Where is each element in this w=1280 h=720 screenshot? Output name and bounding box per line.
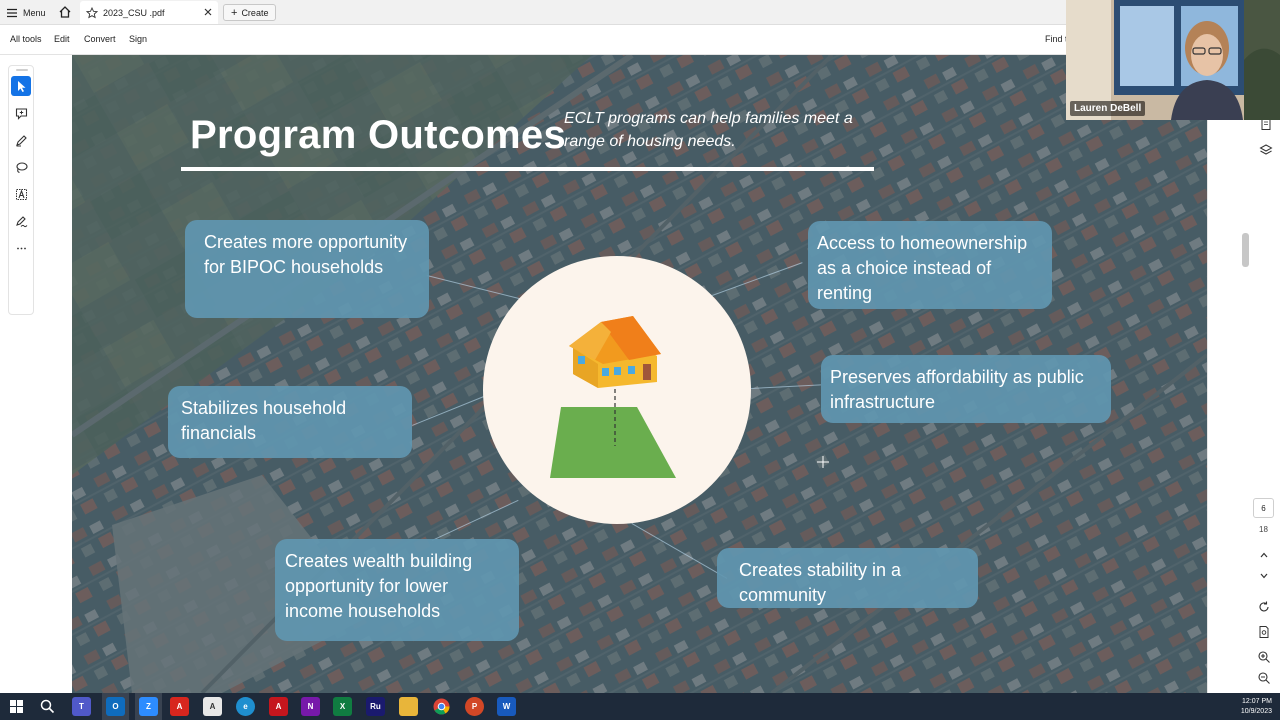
pdf-page-slide: Program Outcomes ECLT programs can help … xyxy=(72,55,1207,693)
document-tab-title: 2023_CSU .pdf xyxy=(103,7,165,18)
create-button[interactable]: + Create xyxy=(223,4,277,21)
add-comment-icon[interactable] xyxy=(11,103,31,123)
hamburger-icon xyxy=(7,8,17,17)
total-pages-label: 18 xyxy=(1259,525,1268,534)
outcome-box-affordability: Preserves affordability as public infras… xyxy=(821,355,1111,423)
toolbar-sign[interactable]: Sign xyxy=(129,34,147,44)
layers-icon[interactable] xyxy=(1259,143,1273,157)
create-label: Create xyxy=(241,7,269,18)
refresh-icon[interactable] xyxy=(1257,600,1271,614)
edge-icon[interactable]: e xyxy=(236,697,255,716)
star-icon[interactable] xyxy=(86,6,98,19)
plus-icon: + xyxy=(231,6,238,19)
toolbar-edit[interactable]: Edit xyxy=(54,34,70,44)
zoom-out-icon[interactable] xyxy=(1257,671,1271,685)
menu-label: Menu xyxy=(23,7,46,18)
document-tab[interactable]: 2023_CSU .pdf xyxy=(80,1,218,24)
clock-date: 10/9/2023 xyxy=(1240,708,1272,715)
left-tool-rail xyxy=(0,55,72,693)
outlook-icon[interactable]: O xyxy=(106,697,125,716)
find-text-button[interactable]: Find t xyxy=(1045,34,1068,44)
outcome-box-wealth: Creates wealth building opportunity for … xyxy=(275,539,519,641)
next-page-icon[interactable] xyxy=(1257,569,1271,583)
center-circle xyxy=(483,256,751,524)
page-find-icon[interactable] xyxy=(1257,625,1271,639)
move-cursor-icon xyxy=(817,456,829,468)
previous-page-icon[interactable] xyxy=(1257,548,1271,562)
toolbar-all-tools[interactable]: All tools xyxy=(10,34,42,44)
zoom-in-icon[interactable] xyxy=(1257,650,1271,664)
right-rail xyxy=(1207,55,1280,693)
participant-name-label: Lauren DeBell xyxy=(1070,101,1146,116)
toolbar-convert[interactable]: Convert xyxy=(84,34,116,44)
outcome-box-financials: Stabilizes household financials xyxy=(168,386,412,458)
slide-title: Program Outcomes xyxy=(190,113,567,157)
select-cursor-icon[interactable] xyxy=(11,76,31,96)
current-page-input[interactable]: 6 xyxy=(1253,498,1274,518)
scrollbar-thumb[interactable] xyxy=(1242,233,1249,267)
participant-video: Lauren DeBell xyxy=(1066,0,1280,120)
menu-button[interactable]: Menu xyxy=(6,4,46,21)
slide-subtitle: ECLT programs can help families meet a r… xyxy=(564,110,853,150)
home-icon[interactable] xyxy=(58,5,72,19)
zoom-icon[interactable]: Z xyxy=(139,697,158,716)
windows-taskbar: T O Z A A e A N X Ru P W 12:07 PM 10/9/2… xyxy=(0,693,1280,720)
house-on-lot-icon xyxy=(550,316,676,478)
highlight-pen-icon[interactable] xyxy=(11,130,31,150)
fill-sign-icon[interactable] xyxy=(11,211,31,231)
clock-time: 12:07 PM xyxy=(1242,698,1272,705)
chrome-icon[interactable] xyxy=(432,697,451,716)
word-icon[interactable]: W xyxy=(497,697,516,716)
acrobat-reader-icon[interactable]: A xyxy=(269,697,288,716)
quick-tools-panel xyxy=(8,65,34,315)
outcome-box-stability: Creates stability in a community xyxy=(717,548,978,608)
text-select-icon[interactable] xyxy=(11,184,31,204)
draw-lasso-icon[interactable] xyxy=(11,157,31,177)
outcome-box-homeownership: Access to homeownership as a choice inst… xyxy=(808,221,1052,309)
drag-handle[interactable] xyxy=(16,69,28,71)
close-tab-icon[interactable] xyxy=(203,7,213,17)
search-icon[interactable] xyxy=(38,697,57,716)
file-explorer-icon[interactable] xyxy=(399,697,418,716)
teams-icon[interactable]: T xyxy=(72,697,91,716)
excel-icon[interactable]: X xyxy=(333,697,352,716)
rush-icon[interactable]: Ru xyxy=(366,697,385,716)
acrobat-sign-icon[interactable]: A xyxy=(203,697,222,716)
more-options-icon[interactable] xyxy=(11,238,31,258)
system-clock[interactable]: 12:07 PM 10/9/2023 xyxy=(1241,697,1272,717)
outcome-box-bipoc: Creates more opportunity for BIPOC house… xyxy=(185,220,429,318)
vertical-scrollbar[interactable] xyxy=(1241,55,1251,693)
acrobat-icon[interactable]: A xyxy=(170,697,189,716)
powerpoint-icon[interactable]: P xyxy=(465,697,484,716)
title-underline xyxy=(181,167,874,171)
start-icon[interactable] xyxy=(7,697,26,716)
onenote-icon[interactable]: N xyxy=(301,697,320,716)
